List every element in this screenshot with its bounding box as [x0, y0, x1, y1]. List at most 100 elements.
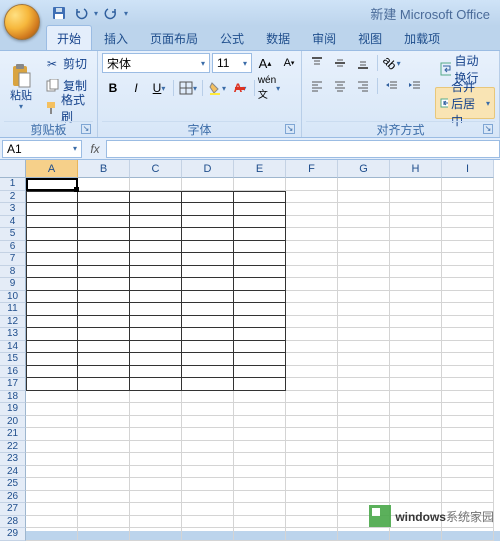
cell[interactable] [130, 516, 182, 529]
cell[interactable] [286, 353, 338, 366]
font-name-combo[interactable]: 宋体▾ [102, 53, 210, 73]
cell[interactable] [78, 528, 130, 541]
cell[interactable] [78, 278, 130, 291]
cell[interactable] [26, 466, 78, 479]
cell[interactable] [182, 453, 234, 466]
clipboard-dialog-launcher[interactable]: ↘ [81, 124, 91, 134]
align-middle-button[interactable] [329, 53, 351, 73]
cell[interactable] [26, 316, 78, 329]
cell[interactable] [390, 441, 442, 454]
cell[interactable] [338, 403, 390, 416]
cell[interactable] [234, 391, 286, 404]
cell[interactable] [442, 341, 494, 354]
cell[interactable] [234, 191, 286, 204]
cell[interactable] [286, 278, 338, 291]
cell[interactable] [390, 316, 442, 329]
cell[interactable] [234, 228, 286, 241]
cell[interactable] [442, 403, 494, 416]
cell[interactable] [442, 528, 494, 541]
row-header[interactable]: 4 [0, 216, 26, 229]
cell[interactable] [78, 378, 130, 391]
cell[interactable] [338, 303, 390, 316]
align-top-button[interactable] [306, 53, 328, 73]
cell[interactable] [390, 178, 442, 191]
column-header[interactable]: C [130, 160, 182, 178]
cell[interactable] [234, 453, 286, 466]
cell[interactable] [390, 278, 442, 291]
orientation-button[interactable]: ab▾ [381, 53, 403, 73]
cell[interactable] [286, 491, 338, 504]
cell[interactable] [286, 441, 338, 454]
column-header[interactable]: D [182, 160, 234, 178]
row-header[interactable]: 9 [0, 278, 26, 291]
cell[interactable] [130, 491, 182, 504]
cell[interactable] [26, 428, 78, 441]
cell[interactable] [338, 228, 390, 241]
tab-data[interactable]: 数据 [256, 26, 300, 50]
align-bottom-button[interactable] [352, 53, 374, 73]
tab-review[interactable]: 审阅 [302, 26, 346, 50]
bold-button[interactable]: B [102, 78, 124, 98]
row-header[interactable]: 19 [0, 403, 26, 416]
cell[interactable] [338, 291, 390, 304]
cell[interactable] [234, 253, 286, 266]
cell[interactable] [442, 366, 494, 379]
fx-icon[interactable]: fx [84, 142, 106, 156]
cell[interactable] [390, 203, 442, 216]
row-header[interactable]: 3 [0, 203, 26, 216]
cell[interactable] [182, 353, 234, 366]
cell[interactable] [338, 478, 390, 491]
cell[interactable] [338, 178, 390, 191]
row-header[interactable]: 10 [0, 291, 26, 304]
cell[interactable] [442, 191, 494, 204]
cell[interactable] [286, 241, 338, 254]
cell[interactable] [286, 203, 338, 216]
row-header[interactable]: 13 [0, 328, 26, 341]
cell[interactable] [130, 466, 182, 479]
cell[interactable] [286, 391, 338, 404]
cell[interactable] [390, 291, 442, 304]
cell[interactable] [234, 516, 286, 529]
cell[interactable] [338, 216, 390, 229]
cell[interactable] [130, 391, 182, 404]
row-header[interactable]: 24 [0, 466, 26, 479]
cell[interactable] [234, 353, 286, 366]
cell[interactable] [234, 528, 286, 541]
cell[interactable] [130, 378, 182, 391]
cell[interactable] [286, 503, 338, 516]
cell[interactable] [182, 428, 234, 441]
cell[interactable] [182, 303, 234, 316]
cell[interactable] [182, 366, 234, 379]
cell[interactable] [338, 191, 390, 204]
cell[interactable] [286, 341, 338, 354]
cell[interactable] [286, 291, 338, 304]
cell[interactable] [234, 316, 286, 329]
format-painter-button[interactable]: 格式刷 [40, 97, 93, 118]
cell[interactable] [26, 291, 78, 304]
save-icon[interactable] [50, 4, 68, 22]
cell[interactable] [234, 366, 286, 379]
cell[interactable] [130, 203, 182, 216]
cell[interactable] [286, 266, 338, 279]
cell[interactable] [390, 491, 442, 504]
tab-addins[interactable]: 加载项 [394, 26, 450, 50]
cell[interactable] [182, 266, 234, 279]
cell[interactable] [26, 253, 78, 266]
cell[interactable] [338, 266, 390, 279]
cell[interactable] [390, 228, 442, 241]
row-header[interactable]: 14 [0, 341, 26, 354]
cell[interactable] [390, 341, 442, 354]
row-header[interactable]: 29 [0, 528, 26, 541]
cell[interactable] [130, 478, 182, 491]
spreadsheet-grid[interactable]: ABCDEFGHI 123456789101112131415161718192… [0, 160, 500, 531]
cell[interactable] [182, 216, 234, 229]
cell[interactable] [286, 453, 338, 466]
cell[interactable] [234, 416, 286, 429]
cell[interactable] [234, 178, 286, 191]
cell[interactable] [26, 453, 78, 466]
cell[interactable] [234, 291, 286, 304]
formula-input[interactable] [106, 140, 500, 158]
cell[interactable] [182, 491, 234, 504]
cell[interactable] [182, 241, 234, 254]
cell[interactable] [26, 378, 78, 391]
